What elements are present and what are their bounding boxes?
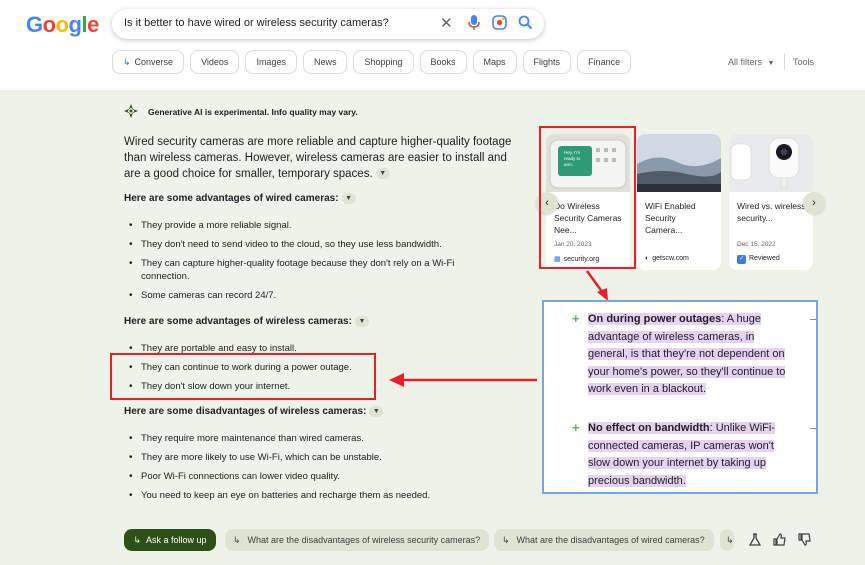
source-excerpt-panel: + On during power outages: A huge advant… [542, 300, 818, 494]
dash [810, 428, 816, 429]
ask-follow-up-button[interactable]: ↳ Ask a follow up [124, 529, 216, 551]
suggestion-label: What are the disadvantages of wired came… [516, 535, 705, 545]
reply-arrow-icon: ↳ [726, 535, 734, 545]
excerpt-bold: On during power outages [588, 313, 722, 325]
reply-arrow-icon: ↳ [133, 535, 141, 545]
thumbs-down-icon[interactable] [798, 533, 811, 549]
suggestion-chip[interactable]: ↳ What are the disadvantages of wired cam… [494, 529, 714, 551]
flask-icon[interactable] [748, 533, 762, 550]
suggestion-chip-partial[interactable]: ↳ [720, 529, 734, 551]
thumbs-up-icon[interactable] [773, 533, 786, 549]
reply-arrow-icon: ↳ [502, 535, 510, 545]
excerpt-item: No effect on bandwidth: Unlike WiFi-conn… [588, 420, 788, 490]
follow-up-label: Ask a follow up [146, 535, 207, 545]
suggestion-label: What are the disadvantages of wireless s… [247, 535, 481, 545]
excerpt-item: On during power outages: A huge advantag… [588, 311, 788, 399]
dash [810, 319, 816, 320]
suggestion-chip[interactable]: ↳ What are the disadvantages of wireless … [225, 529, 490, 551]
reply-arrow-icon: ↳ [233, 535, 241, 545]
excerpt-text: : A huge advantage of wireless cameras, … [588, 313, 786, 395]
excerpt-bold: No effect on bandwidth [588, 422, 710, 434]
plus-icon: + [572, 420, 580, 435]
plus-icon: + [572, 311, 580, 326]
